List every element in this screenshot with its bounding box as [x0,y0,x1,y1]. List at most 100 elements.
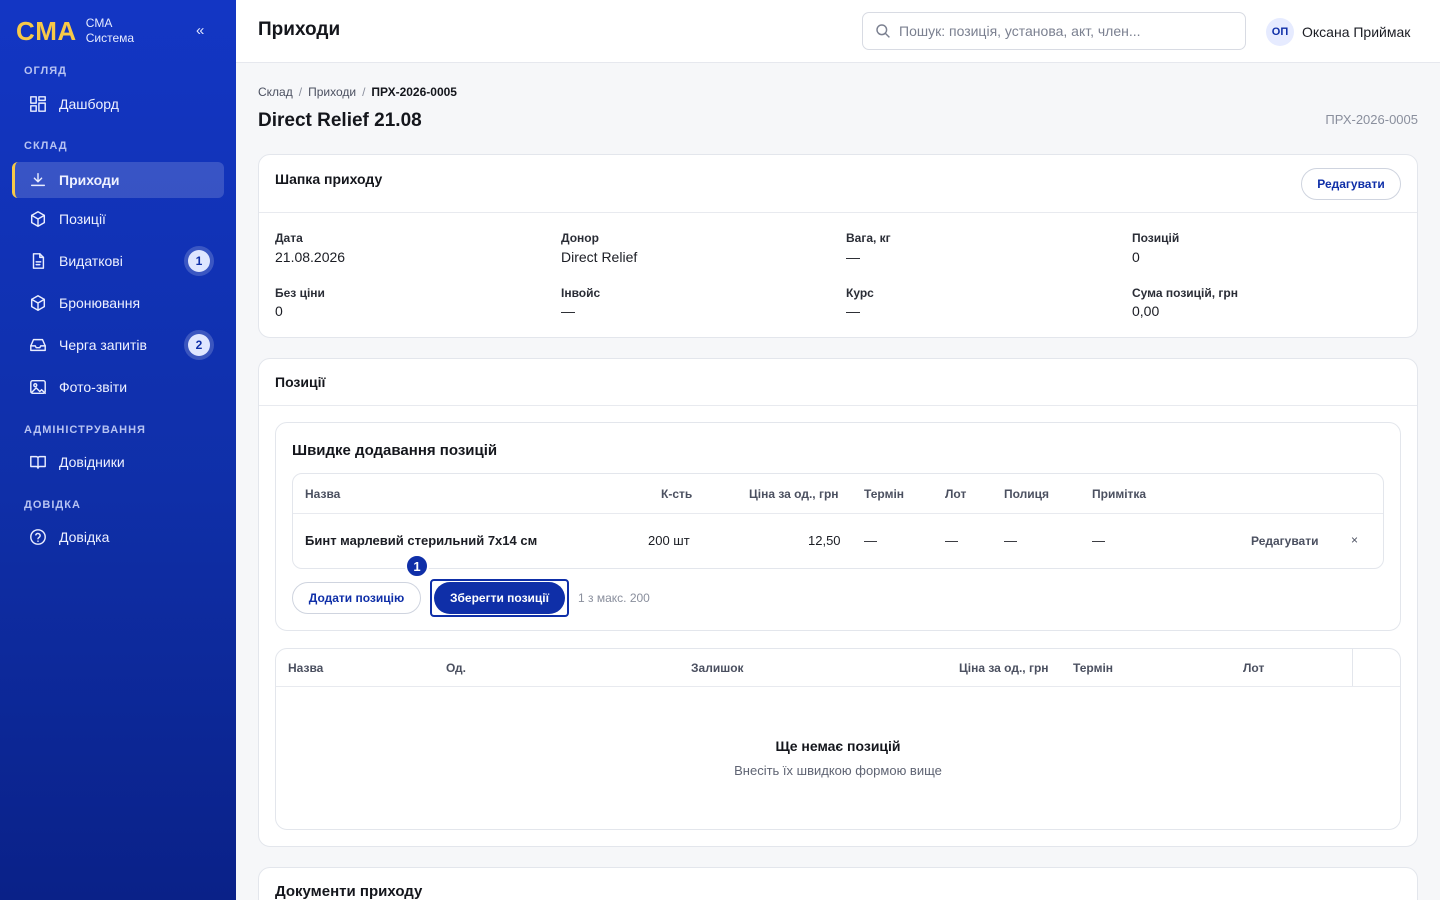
brand-text: CMA Система [86,16,134,46]
help-circle-icon [28,527,48,547]
quick-add-table: Назва К-сть Ціна за од., грн Термін Лот … [292,473,1384,569]
page-heading: Приходи [258,19,341,40]
download-icon [28,170,48,190]
box-icon [28,209,48,229]
sidebar-item-help[interactable]: Довідка [12,519,224,555]
invoice-label: Інвойс [561,286,601,300]
search-input[interactable] [899,23,1229,39]
sidebar-item-directories[interactable]: Довідники [12,444,224,480]
column-header-price: Ціна за од., грн [959,661,1049,675]
sidebar-item-label: Видаткові [59,253,123,269]
save-positions-button[interactable]: Зберегти позиції [434,582,565,614]
sum-value: 0,00 [1132,303,1160,319]
positions-card: Позиції Швидке додавання позицій Назва К… [258,358,1418,847]
breadcrumb-receipts[interactable]: Приходи [308,85,356,99]
empty-state-subtitle: Внесіть їх швидкою формою вище [734,763,942,778]
column-header-name: Назва [305,487,341,501]
book-icon [28,452,48,472]
sidebar-item-positions[interactable]: Позиції [12,201,224,237]
breadcrumb-warehouse[interactable]: Склад [258,85,293,99]
image-icon [28,377,48,397]
invoice-value: — [561,303,575,319]
collapse-sidebar-button[interactable]: « [196,22,204,39]
sidebar-item-label: Приходи [59,172,120,188]
brand-line1: CMA [85,16,113,30]
brand[interactable]: CMA CMA Система [16,16,134,46]
column-header-note: Примітка [1092,487,1147,501]
positions-count-value: 0 [1132,249,1140,265]
weight-label: Вага, кг [846,231,891,245]
nav-section-warehouse: СКЛАД [24,140,68,152]
quick-add-panel: Швидке додавання позицій Назва К-сть Цін… [275,422,1401,631]
column-header-unit: Од. [446,661,466,675]
sidebar-item-label: Довідка [59,529,110,545]
documents-card: Документи приходу [258,867,1418,900]
nav-section-overview: ОГЛЯД [24,65,67,77]
sidebar-item-label: Фото-звіти [59,379,128,395]
sidebar-item-label: Позиції [59,211,106,227]
document-title: Direct Relief 21.08 [258,110,422,131]
divider [293,513,1383,514]
user-menu[interactable]: ОП Оксана Приймак [1266,18,1410,46]
brand-line2: Система [85,31,135,45]
sum-label: Сума позицій, грн [1132,286,1239,300]
package-icon [28,293,48,313]
positions-table: Назва Од. Залишок Ціна за од., грн Термі… [275,648,1401,830]
date-label: Дата [275,231,303,245]
avatar: ОП [1266,18,1294,46]
column-header-name: Назва [288,661,324,675]
breadcrumb-separator: / [298,85,303,99]
sidebar-item-receipts[interactable]: Приходи [12,162,224,198]
search-box[interactable] [862,12,1246,50]
no-price-label: Без ціни [275,286,325,300]
column-header-term: Термін [1073,661,1114,675]
top-bar: Приходи ОП Оксана Приймак [236,0,1440,63]
row-note: — [1092,533,1105,548]
row-term: — [864,533,877,548]
expenses-count-badge: 1 [188,250,210,272]
breadcrumb-separator: / [362,85,366,99]
quick-add-title: Швидке додавання позицій [292,442,498,459]
card-title: Шапка приходу [275,171,383,187]
sidebar-item-photo-reports[interactable]: Фото-звіти [12,369,224,405]
sidebar: CMA CMA Система « ОГЛЯД Дашборд СКЛАД Пр… [0,0,236,900]
card-title: Документи приходу [275,883,423,900]
user-name: Оксана Приймак [1302,24,1411,40]
positions-count-label: Позицій [1132,231,1180,245]
breadcrumb: Склад / Приходи / ПРХ-2026-0005 [258,85,457,99]
sidebar-item-label: Дашборд [59,96,119,112]
sidebar-item-label: Черга запитів [59,337,147,353]
receipt-header-card: Шапка приходу Редагувати Дата 21.08.2026… [258,154,1418,338]
column-header-qty: К-сть [661,487,693,501]
weight-value: — [846,249,860,265]
nav-section-admin: АДМІНІСТРУВАННЯ [24,424,146,436]
column-header-price: Ціна за од., грн [749,487,839,501]
nav-section-help: ДОВІДКА [24,499,81,511]
divider [259,212,1417,213]
dashboard-icon [28,94,48,114]
column-header-lot: Лот [945,487,967,501]
breadcrumb-current: ПРХ-2026-0005 [371,85,457,99]
search-icon [876,24,890,38]
column-header-shelf: Полиця [1004,487,1050,501]
add-position-button[interactable]: Додати позицію [292,582,421,614]
column-divider [1352,649,1353,686]
brand-logo: CMA [16,16,77,46]
empty-state-title: Ще немає позицій [775,738,901,754]
sidebar-item-expenses[interactable]: Видаткові 1 [12,243,224,279]
row-shelf: — [1004,533,1017,548]
row-price: 12,50 [808,533,841,548]
sidebar-item-dashboard[interactable]: Дашборд [12,86,224,122]
rate-value: — [846,303,860,319]
sidebar-item-label: Довідники [59,454,125,470]
sidebar-item-label: Бронювання [59,295,141,311]
row-name: Бинт марлевий стерильний 7х14 см [305,533,538,548]
remove-row-icon[interactable]: × [1351,533,1358,547]
sidebar-item-queue[interactable]: Черга запитів 2 [12,327,224,363]
edit-row-button[interactable]: Редагувати [1251,534,1319,548]
sidebar-item-booking[interactable]: Бронювання [12,285,224,321]
document-icon [28,251,48,271]
edit-header-button[interactable]: Редагувати [1301,168,1401,200]
card-title: Позиції [275,374,326,390]
column-header-term: Термін [864,487,905,501]
